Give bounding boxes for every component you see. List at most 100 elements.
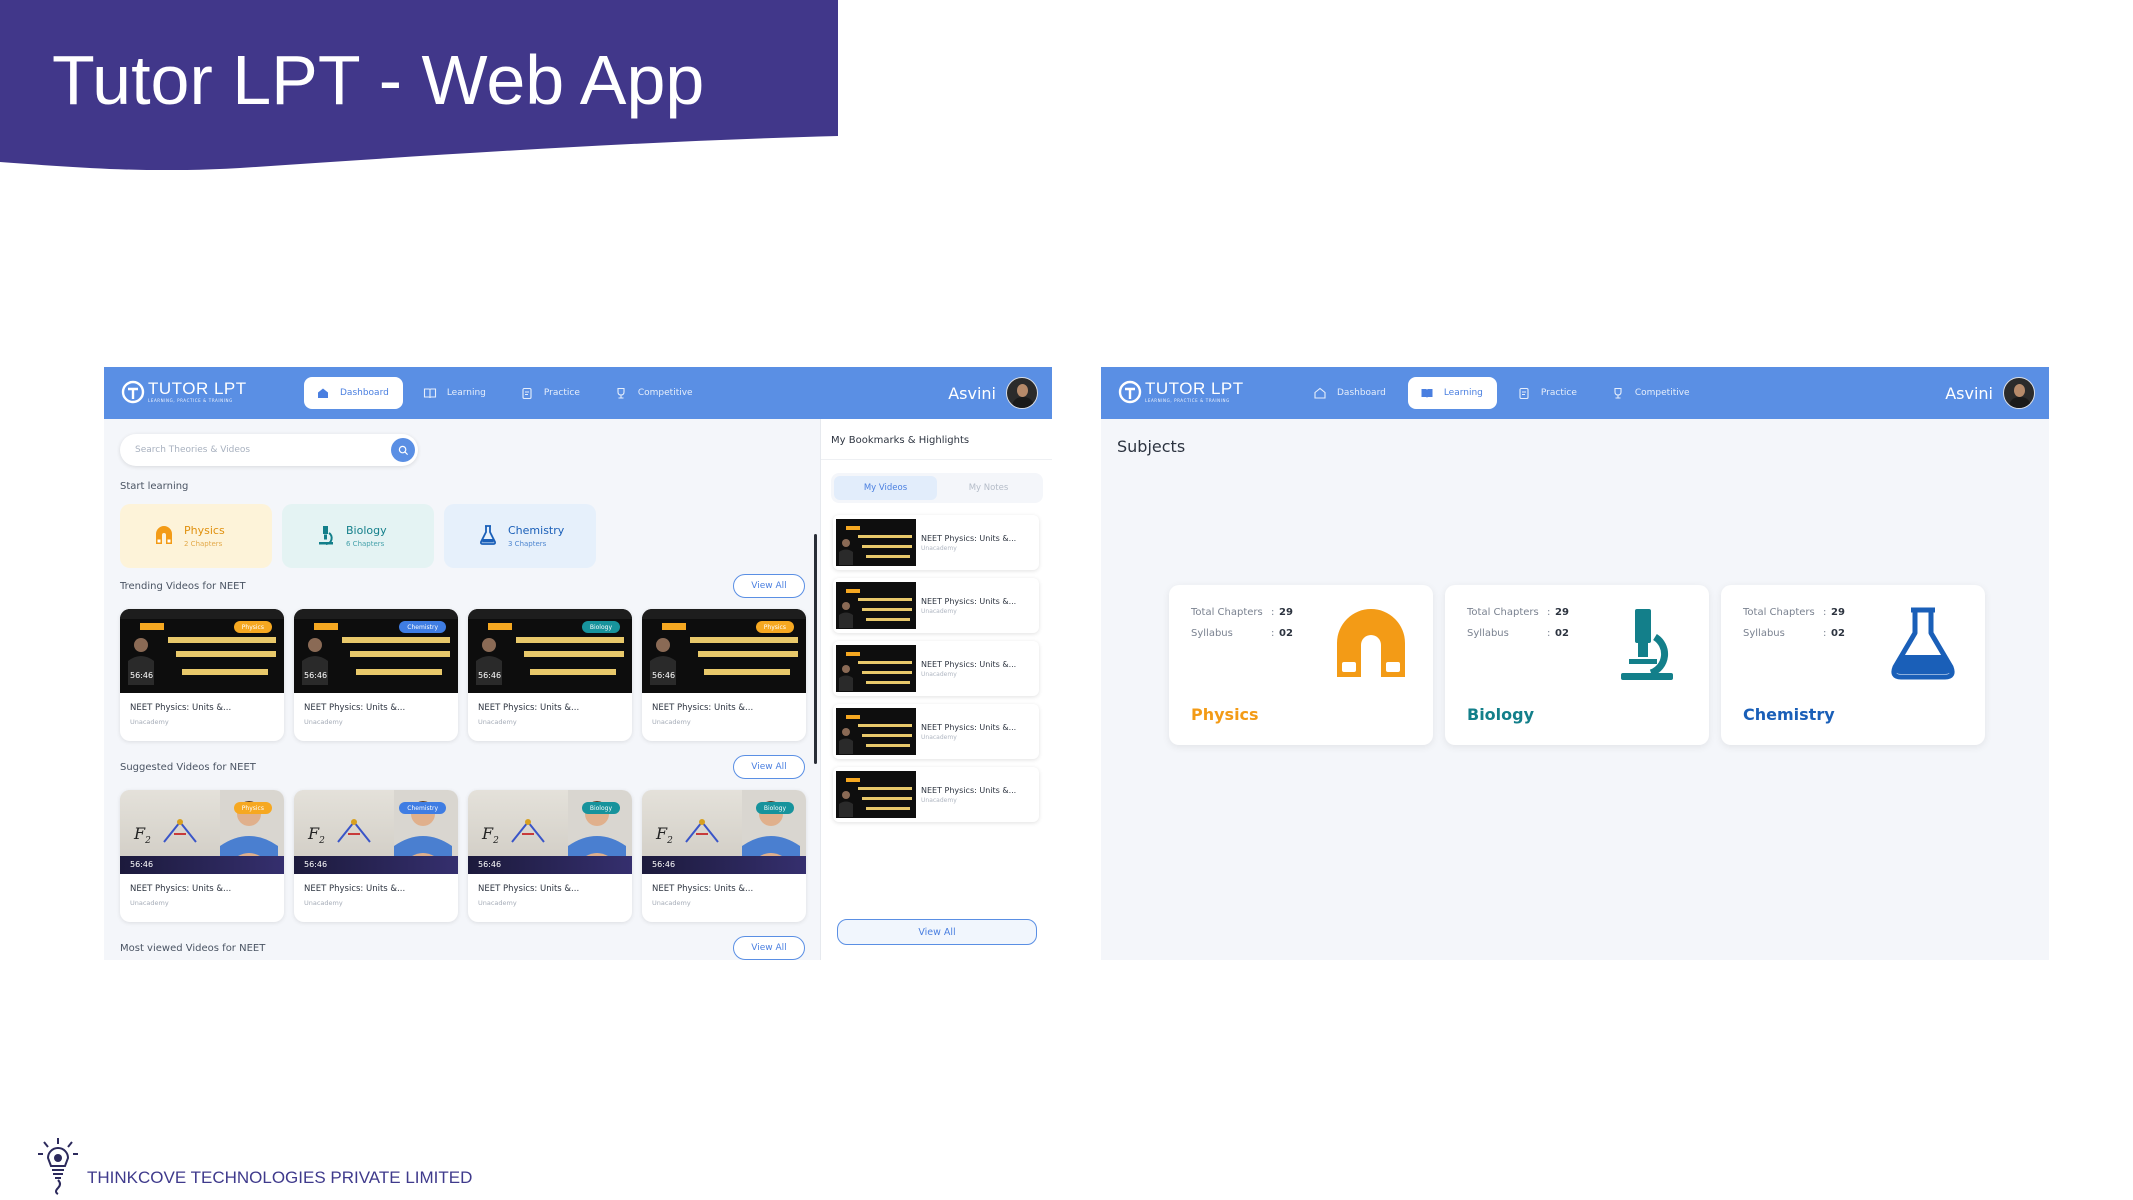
most-viewed-view-all-button[interactable]: View All xyxy=(733,936,805,960)
subject-name: Biology xyxy=(1467,705,1535,724)
subject-biology[interactable]: Biology 6 Chapters xyxy=(282,504,434,568)
video-title: NEET Physics: Units &... xyxy=(304,703,406,713)
search-button[interactable] xyxy=(391,438,415,462)
tab-practice[interactable]: Practice xyxy=(508,377,594,409)
thumb-tag xyxy=(846,778,860,782)
magnet-icon xyxy=(156,526,172,544)
slide-strip xyxy=(858,598,912,601)
bookmarks-view-all-button[interactable]: View All xyxy=(837,919,1037,945)
app-logo[interactable]: TUTOR LPT LEARNING, PRACTICE & TRAINING xyxy=(1118,380,1244,404)
bookmark-title: NEET Physics: Units &... xyxy=(921,597,1017,606)
trending-view-all-button[interactable]: View All xyxy=(733,574,805,598)
presenter-image xyxy=(839,602,853,628)
video-card[interactable]: F2 56:46 Physics NEET Physics: Units &..… xyxy=(120,790,284,922)
total-chapters-label: Total Chapters xyxy=(1191,607,1263,618)
bookmark-item[interactable]: NEET Physics: Units &... Unacademy xyxy=(833,641,1039,696)
clipboard-icon xyxy=(1519,387,1529,400)
video-thumbnail[interactable]: 56:46 Physics xyxy=(120,609,284,693)
thumb-tag xyxy=(846,526,860,530)
search-input[interactable]: Search Theories & Videos xyxy=(120,434,418,466)
subject-card-chemistry[interactable]: Total Chapters : 29 Syllabus : 02 Chemis… xyxy=(1721,585,1985,745)
bookmark-thumbnail xyxy=(836,708,916,755)
video-card[interactable]: 56:46 Chemistry NEET Physics: Units &...… xyxy=(294,609,458,741)
suggested-view-all-button[interactable]: View All xyxy=(733,755,805,779)
tab-label: Competitive xyxy=(637,388,693,398)
bookmark-source: Unacademy xyxy=(921,545,957,552)
subject-chip: Biology xyxy=(581,802,620,814)
slide-strip xyxy=(704,669,790,675)
presenter-image xyxy=(839,791,853,817)
formula-image: F2 xyxy=(656,824,673,847)
bookmark-source: Unacademy xyxy=(921,671,957,678)
company-logo-icon xyxy=(38,1138,78,1195)
tab-my-notes[interactable]: My Notes xyxy=(937,476,1040,500)
video-thumbnail[interactable]: 56:46 Biology xyxy=(468,609,632,693)
bookmark-item[interactable]: NEET Physics: Units &... Unacademy xyxy=(833,515,1039,570)
video-thumbnail[interactable]: 56:46 Chemistry xyxy=(294,609,458,693)
start-learning-label: Start learning xyxy=(120,481,189,492)
tab-label: Practice xyxy=(543,388,580,398)
tab-my-videos[interactable]: My Videos xyxy=(834,476,937,500)
video-source: Unacademy xyxy=(652,718,691,726)
video-title: NEET Physics: Units &... xyxy=(478,884,580,894)
video-thumbnail[interactable]: F2 56:46 Biology xyxy=(642,790,806,874)
video-thumbnail[interactable]: 56:46 Physics xyxy=(642,609,806,693)
video-duration: 56:46 xyxy=(652,860,676,869)
video-duration: 56:46 xyxy=(478,671,502,680)
nav-tabs: Dashboard Learning Practice Competitive xyxy=(1301,377,1712,409)
main-scrollbar[interactable] xyxy=(814,534,817,764)
video-card[interactable]: F2 56:46 Chemistry NEET Physics: Units &… xyxy=(294,790,458,922)
tab-dashboard[interactable]: Dashboard xyxy=(304,377,403,409)
tab-label: Practice xyxy=(1540,388,1577,398)
bookmark-item[interactable]: NEET Physics: Units &... Unacademy xyxy=(833,578,1039,633)
tab-dashboard[interactable]: Dashboard xyxy=(1301,377,1400,409)
user-menu[interactable]: Asvini xyxy=(1945,377,2035,409)
bookmark-thumbnail xyxy=(836,645,916,692)
subject-name: Chemistry xyxy=(1743,705,1835,724)
slide-strip xyxy=(858,724,912,727)
video-thumbnail[interactable]: F2 56:46 Biology xyxy=(468,790,632,874)
video-card[interactable]: 56:46 Physics NEET Physics: Units &... U… xyxy=(120,609,284,741)
slide-strip xyxy=(516,637,624,643)
thumb-tag xyxy=(488,623,512,630)
video-title: NEET Physics: Units &... xyxy=(652,703,754,713)
tab-learning[interactable]: Learning xyxy=(1407,377,1497,409)
slide-strip xyxy=(350,651,450,657)
video-card[interactable]: 56:46 Biology NEET Physics: Units &... U… xyxy=(468,609,632,741)
slide-strip xyxy=(862,545,912,548)
total-chapters-label: Total Chapters xyxy=(1467,607,1539,618)
slide-strip xyxy=(168,637,276,643)
search-icon xyxy=(398,445,408,455)
video-card[interactable]: 56:46 Physics NEET Physics: Units &... U… xyxy=(642,609,806,741)
app-logo[interactable]: TUTOR LPT LEARNING, PRACTICE & TRAINING xyxy=(121,380,247,404)
suggested-videos: F2 56:46 Physics NEET Physics: Units &..… xyxy=(120,790,816,922)
most-viewed-title: Most viewed Videos for NEET xyxy=(120,943,266,954)
video-title: NEET Physics: Units &... xyxy=(652,884,754,894)
tab-competitive[interactable]: Competitive xyxy=(1599,377,1704,409)
video-card[interactable]: F2 56:46 Biology NEET Physics: Units &..… xyxy=(468,790,632,922)
colon: : xyxy=(1271,607,1275,618)
colon: : xyxy=(1547,607,1551,618)
video-thumbnail[interactable]: F2 56:46 Physics xyxy=(120,790,284,874)
syllabus-value: 02 xyxy=(1279,628,1293,639)
slide-strip xyxy=(866,618,910,621)
subject-card-biology[interactable]: Total Chapters : 29 Syllabus : 02 Biolog… xyxy=(1445,585,1709,745)
bookmark-item[interactable]: NEET Physics: Units &... Unacademy xyxy=(833,767,1039,822)
subject-physics[interactable]: Physics 2 Chapters xyxy=(120,504,272,568)
subject-name: Physics xyxy=(1191,705,1259,724)
subject-chemistry[interactable]: Chemistry 3 Chapters xyxy=(444,504,596,568)
tab-competitive[interactable]: Competitive xyxy=(602,377,707,409)
syllabus-label: Syllabus xyxy=(1467,628,1509,639)
video-thumbnail[interactable]: F2 56:46 Chemistry xyxy=(294,790,458,874)
tab-practice[interactable]: Practice xyxy=(1505,377,1591,409)
user-menu[interactable]: Asvini xyxy=(948,377,1038,409)
subject-chapters: 3 Chapters xyxy=(508,540,547,548)
subject-chip: Chemistry xyxy=(399,621,446,633)
bookmark-item[interactable]: NEET Physics: Units &... Unacademy xyxy=(833,704,1039,759)
thumb-tag xyxy=(140,623,164,630)
subject-card-physics[interactable]: Total Chapters : 29 Syllabus : 02 Physic… xyxy=(1169,585,1433,745)
subject-chip: Physics xyxy=(755,621,794,633)
tab-learning[interactable]: Learning xyxy=(411,377,500,409)
logo-tagline: LEARNING, PRACTICE & TRAINING xyxy=(148,398,233,403)
video-card[interactable]: F2 56:46 Biology NEET Physics: Units &..… xyxy=(642,790,806,922)
